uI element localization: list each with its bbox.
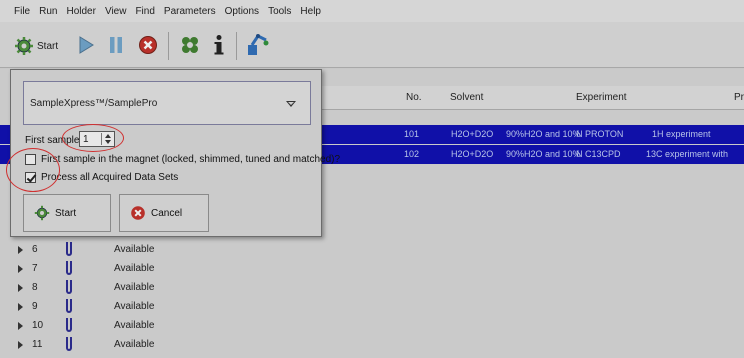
magnet-checkbox[interactable] xyxy=(25,153,36,165)
row-description: 90%H2O and 10% xyxy=(506,129,581,139)
sample-tube-icon xyxy=(66,280,72,294)
dialog-cancel-label: Cancel xyxy=(151,207,183,219)
row-solvent: H2O+D2O xyxy=(451,129,494,139)
toolbar-stop-button[interactable] xyxy=(138,35,158,55)
magnet-checkbox-row[interactable]: First sample in the magnet (locked, shim… xyxy=(25,152,340,166)
holder-number: 9 xyxy=(32,301,38,312)
toolbar-separator xyxy=(168,32,169,60)
menu-bar: File Run Holder View Find Parameters Opt… xyxy=(0,0,744,22)
pause-icon xyxy=(110,37,122,53)
expand-triangle-icon[interactable] xyxy=(18,322,23,330)
first-sample-stepper[interactable]: 1 xyxy=(79,131,115,147)
start-dialog: SampleXpress™/SamplePro First sample 1 F… xyxy=(10,69,340,237)
cancel-icon xyxy=(131,206,145,220)
column-header-pr[interactable]: Pr xyxy=(734,92,744,103)
holder-status: Available xyxy=(114,320,155,331)
process-checkbox[interactable] xyxy=(25,171,36,183)
holder-status: Available xyxy=(114,339,155,350)
process-checkbox-label: Process all Acquired Data Sets xyxy=(41,171,179,183)
sample-tube-icon xyxy=(66,299,72,313)
list-item[interactable]: 9 Available xyxy=(14,298,414,316)
holder-status: Available xyxy=(114,244,155,255)
menu-tools[interactable]: Tools xyxy=(268,6,291,17)
sample-tube-icon xyxy=(66,261,72,275)
stepper-up-icon[interactable] xyxy=(105,134,111,138)
process-checkbox-row[interactable]: Process all Acquired Data Sets xyxy=(25,170,178,184)
play-icon xyxy=(79,36,94,54)
menu-holder[interactable]: Holder xyxy=(66,6,95,17)
menu-run[interactable]: Run xyxy=(39,6,57,17)
toolbar-info-button[interactable] xyxy=(212,34,226,56)
holder-number: 6 xyxy=(32,244,38,255)
menu-parameters[interactable]: Parameters xyxy=(164,6,216,17)
magnet-checkbox-label: First sample in the magnet (locked, shim… xyxy=(41,153,341,165)
dialog-start-button[interactable]: Start xyxy=(23,194,111,232)
expand-triangle-icon[interactable] xyxy=(18,341,23,349)
holder-number: 11 xyxy=(32,339,43,350)
holder-status: Available xyxy=(114,301,155,312)
toolbar-robot-button[interactable] xyxy=(246,31,270,57)
toolbar: Start xyxy=(0,22,744,68)
toolbar-pause-button[interactable] xyxy=(108,36,124,54)
dialog-cancel-button[interactable]: Cancel xyxy=(119,194,209,232)
expand-triangle-icon[interactable] xyxy=(18,246,23,254)
toolbar-separator xyxy=(236,32,237,60)
expand-triangle-icon[interactable] xyxy=(18,303,23,311)
robot-icon xyxy=(248,34,269,55)
chevron-down-icon[interactable] xyxy=(286,101,296,107)
column-header-no[interactable]: No. xyxy=(406,92,422,103)
sample-changer-value: SampleXpress™/SamplePro xyxy=(30,98,158,109)
sample-tube-icon xyxy=(66,337,72,351)
column-header-experiment[interactable]: Experiment xyxy=(576,92,627,103)
dialog-start-label: Start xyxy=(55,207,77,219)
first-sample-value[interactable]: 1 xyxy=(83,134,89,145)
toolbar-settings-button[interactable] xyxy=(180,35,200,55)
holder-status: Available xyxy=(114,282,155,293)
expand-triangle-icon[interactable] xyxy=(18,265,23,273)
stop-icon xyxy=(139,36,157,54)
info-icon xyxy=(214,35,224,55)
row-description: 90%H2O and 10% xyxy=(506,149,581,159)
holder-number: 8 xyxy=(32,282,38,293)
menu-find[interactable]: Find xyxy=(135,6,154,17)
list-item[interactable]: 11 Available xyxy=(14,336,414,354)
sample-tube-icon xyxy=(66,242,72,256)
row-experiment: N PROTON xyxy=(576,129,624,139)
holder-status: Available xyxy=(114,263,155,274)
holder-number: 7 xyxy=(32,263,38,274)
row-no: 101 xyxy=(404,129,420,139)
toolbar-start-label: Start xyxy=(37,40,59,52)
row-title: 1H experiment xyxy=(652,129,711,139)
menu-file[interactable]: File xyxy=(14,6,30,17)
first-sample-label: First sample xyxy=(25,135,80,146)
expand-triangle-icon[interactable] xyxy=(18,284,23,292)
table-header: No. Solvent Experiment Pr xyxy=(320,86,744,110)
list-item[interactable]: 10 Available xyxy=(14,317,414,335)
row-experiment: N C13CPD xyxy=(576,149,621,159)
row-no: 102 xyxy=(404,149,420,159)
list-item[interactable]: 7 Available xyxy=(14,260,414,278)
stepper-buttons[interactable] xyxy=(101,133,113,145)
column-header-solvent[interactable]: Solvent xyxy=(450,92,483,103)
row-solvent: H2O+D2O xyxy=(451,149,494,159)
start-gear-icon xyxy=(34,205,50,221)
sample-tube-icon xyxy=(66,318,72,332)
menu-help[interactable]: Help xyxy=(300,6,321,17)
row-title: 13C experiment with xyxy=(646,149,729,159)
menu-options[interactable]: Options xyxy=(225,6,259,17)
start-gear-icon xyxy=(15,37,33,55)
sample-changer-select[interactable]: SampleXpress™/SamplePro xyxy=(23,81,311,125)
list-item[interactable]: 6 Available xyxy=(14,241,414,259)
list-item[interactable]: 8 Available xyxy=(14,279,414,297)
menu-view[interactable]: View xyxy=(105,6,127,17)
stepper-down-icon[interactable] xyxy=(105,140,111,144)
settings-icon xyxy=(182,37,198,53)
toolbar-play-button[interactable] xyxy=(78,36,94,54)
holder-number: 10 xyxy=(32,320,44,331)
toolbar-start-button[interactable]: Start xyxy=(14,34,58,58)
